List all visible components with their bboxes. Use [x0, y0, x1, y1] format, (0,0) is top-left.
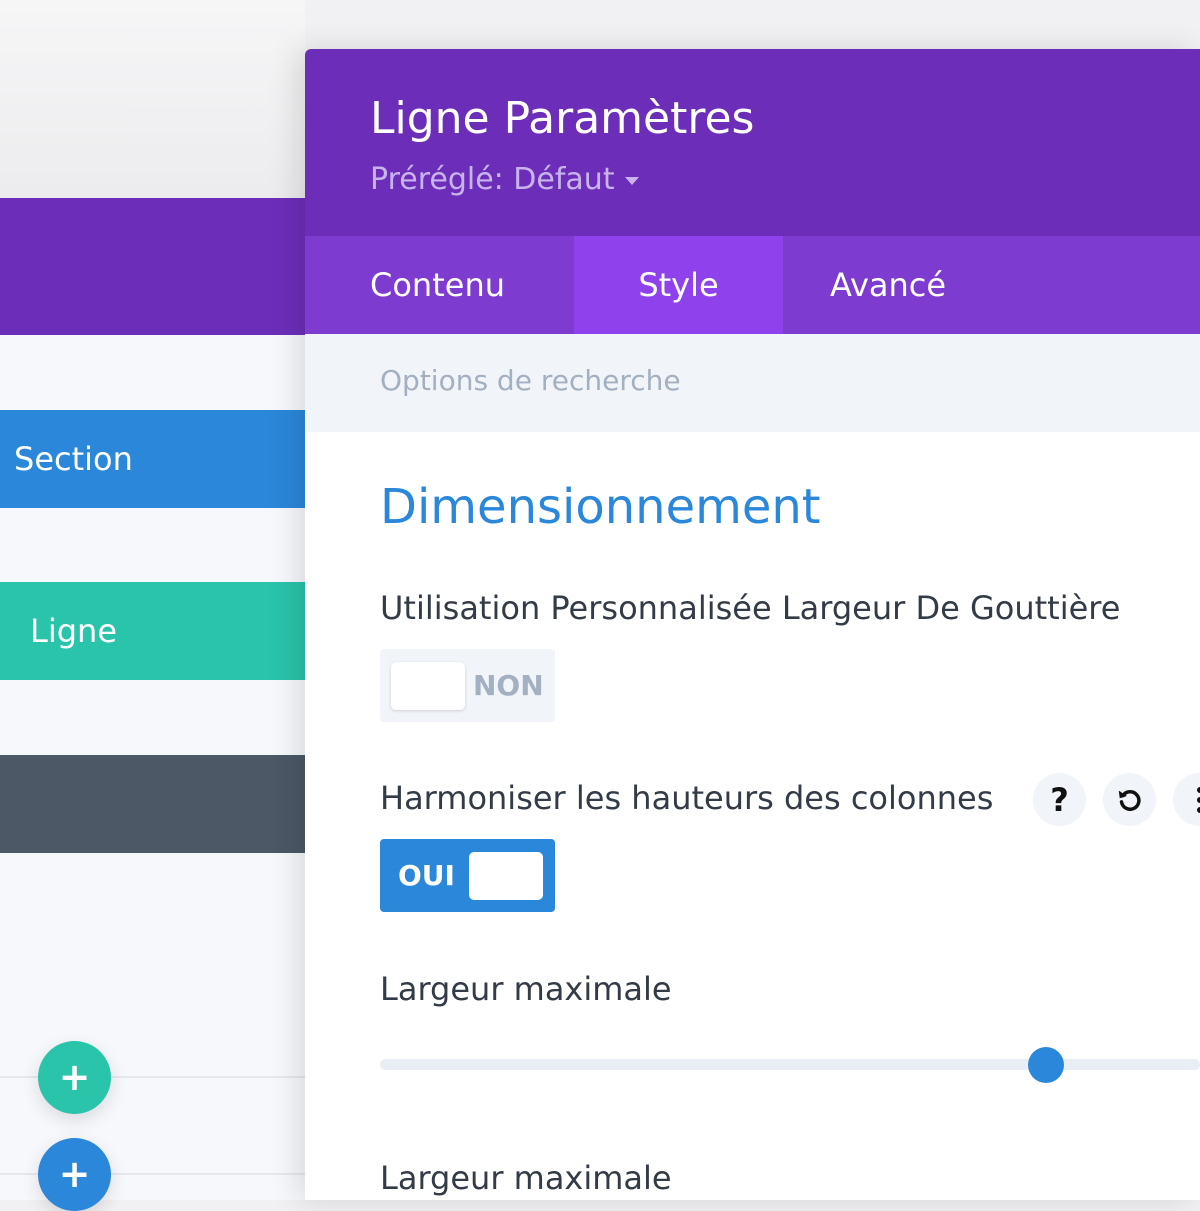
gutter-width-label: Utilisation Personnalisée Largeur De Gou… [380, 589, 1120, 627]
plus-icon: + [59, 1055, 91, 1099]
gutter-width-toggle[interactable]: NON [380, 649, 555, 722]
add-row-button[interactable]: + [38, 1041, 111, 1114]
options-search-bar[interactable]: Options de recherche [305, 334, 1200, 432]
more-options-icon[interactable] [1173, 773, 1200, 826]
reset-icon[interactable] [1103, 773, 1156, 826]
plus-icon: + [59, 1152, 91, 1196]
equalize-heights-label: Harmoniser les hauteurs des colonnes [380, 779, 993, 817]
max-width-label-2: Largeur maximale [380, 1159, 672, 1197]
max-width-label: Largeur maximale [380, 970, 672, 1008]
preset-label: Préréglé: Défaut [370, 162, 615, 197]
section-bar[interactable]: Section [0, 410, 305, 508]
toggle-state-text: OUI [398, 859, 455, 892]
modal-header: Ligne Paramètres Préréglé: Défaut [305, 49, 1200, 236]
caret-down-icon [625, 177, 639, 185]
tab-content[interactable]: Contenu [305, 236, 574, 334]
add-section-button[interactable]: + [38, 1138, 111, 1211]
builder-header-band [0, 198, 305, 335]
toggle-state-text: NON [473, 669, 544, 702]
group-title[interactable]: Dimensionnement [380, 479, 821, 535]
module-bar[interactable] [0, 755, 305, 853]
tab-advanced[interactable]: Avancé [783, 236, 993, 334]
toggle-knob [391, 662, 465, 710]
preset-selector[interactable]: Préréglé: Défaut [370, 162, 639, 197]
help-icon[interactable]: ? [1033, 773, 1086, 826]
max-width-slider-track[interactable] [380, 1059, 1200, 1070]
row-bar-label: Ligne [30, 612, 117, 650]
row-bar[interactable]: Ligne [0, 582, 305, 680]
max-width-slider-handle[interactable] [1028, 1047, 1064, 1083]
equalize-heights-toggle[interactable]: OUI [380, 839, 555, 912]
modal-tabs: Contenu Style Avancé [305, 236, 1200, 334]
search-input[interactable]: Options de recherche [380, 364, 681, 397]
modal-title: Ligne Paramètres [370, 93, 754, 144]
tab-style[interactable]: Style [574, 236, 783, 334]
toggle-knob [469, 852, 543, 900]
row-settings-modal: Ligne Paramètres Préréglé: Défaut Conten… [305, 49, 1200, 1200]
builder-top-area [0, 0, 305, 198]
section-bar-label: Section [14, 440, 133, 478]
builder-canvas: Section Ligne + + [0, 0, 305, 1200]
